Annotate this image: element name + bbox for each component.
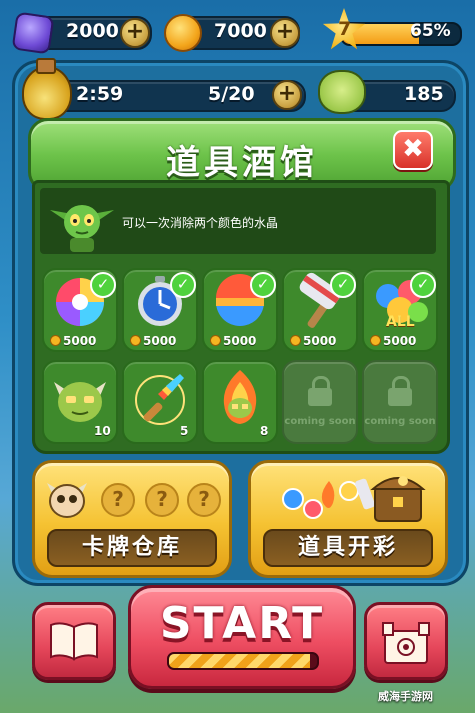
all-badge: ALL — [386, 314, 415, 330]
item-price: 5000 — [370, 334, 416, 348]
add-lives-button[interactable]: + — [272, 80, 302, 110]
close-button[interactable]: ✖ — [393, 130, 433, 170]
coming-soon-text: coming soon — [364, 416, 436, 427]
item-slot-color-ball[interactable]: ✓ 5000 — [202, 268, 278, 352]
potion-icon — [22, 66, 72, 120]
book-icon — [50, 622, 98, 661]
item-slot-fire-monster[interactable]: 8 — [202, 360, 278, 444]
monster-icon — [318, 70, 366, 114]
level-percent: 65% — [410, 21, 451, 41]
item-slot-all-balls[interactable]: ALL ✓ 5000 — [362, 268, 438, 352]
start-label: START — [159, 598, 325, 649]
coin-icon — [164, 14, 202, 52]
owned-check-icon: ✓ — [250, 272, 276, 298]
item-lottery-button[interactable]: 道具开彩 — [248, 460, 448, 578]
owned-check-icon: ✓ — [170, 272, 196, 298]
shop-title: 道具酒馆 — [166, 143, 318, 183]
item-description: 可以一次消除两个颜色的水晶 — [122, 216, 279, 230]
item-slot-magic-brush[interactable]: 5 — [122, 360, 198, 444]
magic-brush-icon — [135, 374, 185, 425]
question-mark-icon: ? — [187, 483, 221, 517]
treasure-chest-icon — [282, 476, 426, 522]
item-slot-locked-2: coming soon — [362, 360, 438, 444]
fire-monster-icon — [223, 370, 257, 424]
add-gems-button[interactable]: + — [120, 18, 150, 48]
item-price: 5000 — [210, 334, 256, 348]
item-slot-locked-1: coming soon — [282, 360, 358, 444]
question-mark-icon: ? — [145, 483, 179, 517]
start-progress-fill — [169, 654, 310, 668]
gem-icon — [11, 11, 55, 55]
item-price: 5000 — [290, 334, 336, 348]
book-button[interactable] — [32, 602, 116, 680]
coming-soon-text: coming soon — [284, 416, 356, 427]
card-storage-button[interactable]: ? ? ? 卡牌仓库 — [32, 460, 232, 578]
goblin-portrait-icon — [46, 192, 118, 252]
owned-check-icon: ✓ — [330, 272, 356, 298]
item-price: 5000 — [130, 334, 176, 348]
lives-text: 5/20 — [208, 83, 255, 105]
potion-cork — [36, 58, 56, 74]
item-slot-horned-monster[interactable]: 10 — [42, 360, 118, 444]
level-number: 7 — [338, 18, 352, 40]
item-count: 10 — [94, 424, 111, 438]
card-storage-label: 卡牌仓库 — [47, 529, 217, 567]
horned-pet-icon — [47, 483, 87, 518]
item-lottery-label: 道具开彩 — [263, 529, 433, 567]
owned-check-icon: ✓ — [90, 272, 116, 298]
start-progress-bar — [167, 652, 319, 670]
item-price: 5000 — [50, 334, 96, 348]
gem-count: 2000 — [66, 20, 119, 42]
watermark-text: 威海手游网 — [378, 690, 433, 703]
castle-button[interactable] — [364, 602, 448, 680]
lock-icon — [308, 376, 332, 406]
monster-count: 185 — [404, 83, 444, 105]
item-slot-stopwatch[interactable]: ✓ 5000 — [122, 268, 198, 352]
item-slot-rainbow-orb[interactable]: ✓ 5000 — [42, 268, 118, 352]
horned-monster-icon — [54, 382, 106, 422]
item-slot-hammer[interactable]: ✓ 5000 — [282, 268, 358, 352]
add-coins-button[interactable]: + — [270, 18, 300, 48]
question-mark-icon: ? — [101, 483, 135, 517]
castle-icon — [382, 622, 430, 664]
coin-count: 7000 — [214, 20, 267, 42]
item-count: 8 — [260, 424, 269, 438]
item-count: 5 — [180, 424, 189, 438]
lock-icon — [388, 376, 412, 406]
start-button[interactable]: START — [128, 585, 356, 689]
timer-text: 2:59 — [76, 83, 124, 105]
owned-check-icon: ✓ — [410, 272, 436, 298]
